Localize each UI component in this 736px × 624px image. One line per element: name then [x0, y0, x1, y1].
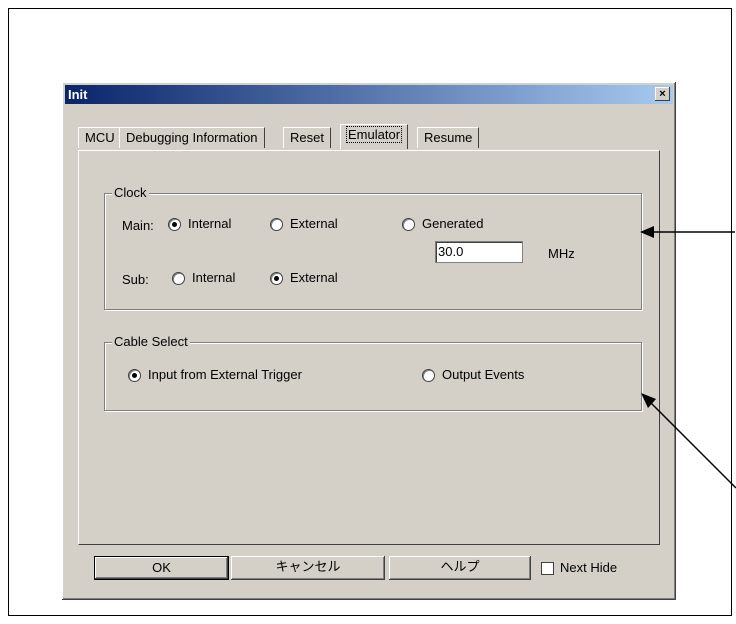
arrow-to-cable-select [641, 393, 736, 489]
arrow-to-clock [640, 226, 735, 238]
annotation-arrows [640, 226, 736, 489]
